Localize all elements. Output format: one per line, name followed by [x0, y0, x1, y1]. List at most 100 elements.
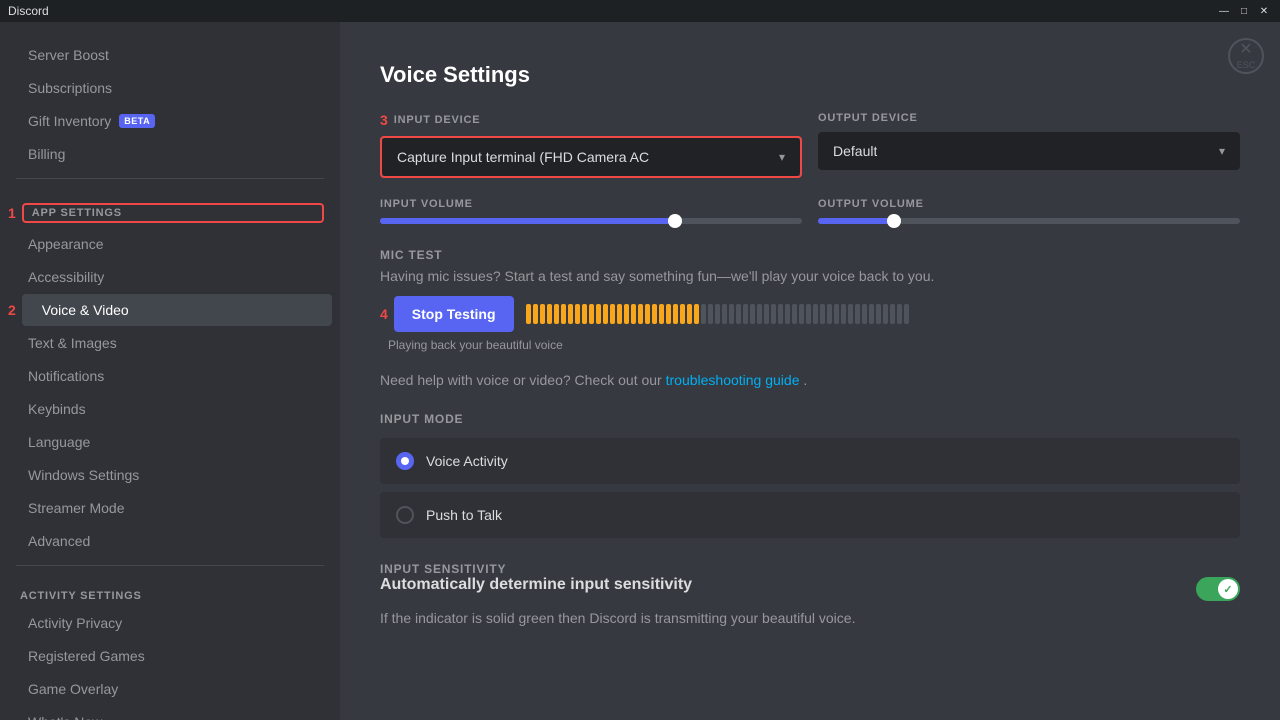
sidebar-item-registered-games[interactable]: Registered Games [8, 640, 332, 672]
audio-bar [785, 304, 790, 324]
sidebar: Server Boost Subscriptions Gift Inventor… [0, 22, 340, 720]
audio-bar [589, 304, 594, 324]
mic-test-label: MIC TEST [380, 248, 1240, 262]
audio-bar [904, 304, 909, 324]
sidebar-divider-2 [16, 565, 324, 566]
sidebar-item-server-boost[interactable]: Server Boost [8, 39, 332, 71]
audio-bar [687, 304, 692, 324]
stop-testing-button[interactable]: Stop Testing [394, 296, 514, 332]
troubleshoot-link[interactable]: troubleshooting guide [666, 372, 800, 388]
sidebar-item-appearance[interactable]: Appearance [8, 228, 332, 260]
audio-bar [897, 304, 902, 324]
audio-bar [596, 304, 601, 324]
mic-test-row: 4 Stop Testing [380, 296, 1240, 332]
sidebar-item-streamer-mode[interactable]: Streamer Mode [8, 492, 332, 524]
sidebar-item-game-overlay[interactable]: Game Overlay [8, 673, 332, 705]
audio-bar [813, 304, 818, 324]
audio-bar [799, 304, 804, 324]
troubleshoot-row: Need help with voice or video? Check out… [380, 372, 1240, 388]
playing-back-text: Playing back your beautiful voice [388, 338, 563, 352]
minimize-button[interactable]: — [1216, 3, 1232, 19]
close-button[interactable]: ✕ [1256, 3, 1272, 19]
input-volume-label: INPUT VOLUME [380, 198, 802, 210]
audio-bar [722, 304, 727, 324]
audio-bar [820, 304, 825, 324]
sidebar-item-activity-privacy[interactable]: Activity Privacy [8, 607, 332, 639]
audio-bar [757, 304, 762, 324]
toggle-check-icon: ✓ [1223, 583, 1232, 596]
audio-bar [673, 304, 678, 324]
audio-bar [645, 304, 650, 324]
sensitivity-title: INPUT SENSITIVITY [380, 562, 1240, 576]
audio-bar [862, 304, 867, 324]
sidebar-divider-1 [16, 178, 324, 179]
sidebar-item-advanced[interactable]: Advanced [8, 525, 332, 557]
audio-bar [533, 304, 538, 324]
input-device-group: 3 INPUT DEVICE Capture Input terminal (F… [380, 112, 802, 178]
audio-bar [890, 304, 895, 324]
sidebar-item-billing[interactable]: Billing [8, 138, 332, 170]
voice-activity-option[interactable]: Voice Activity [380, 438, 1240, 484]
main-content: ✕ ESC Voice Settings 3 INPUT DEVICE Capt… [340, 22, 1280, 720]
audio-bar [701, 304, 706, 324]
input-device-label: INPUT DEVICE [394, 114, 481, 126]
input-device-chevron-icon: ▾ [779, 150, 785, 164]
audio-bar [883, 304, 888, 324]
activity-settings-label: ACTIVITY SETTINGS [0, 574, 340, 606]
audio-bar [806, 304, 811, 324]
sidebar-item-accessibility[interactable]: Accessibility [8, 261, 332, 293]
audio-bar [792, 304, 797, 324]
playing-back-row: Playing back your beautiful voice [384, 338, 1240, 352]
sensitivity-section: INPUT SENSITIVITY Automatically determin… [380, 562, 1240, 626]
push-to-talk-label: Push to Talk [426, 507, 502, 523]
sidebar-item-whats-new[interactable]: What's New [8, 706, 332, 720]
input-device-wrapper: Capture Input terminal (FHD Camera AC ▾ [380, 136, 802, 178]
output-volume-group: OUTPUT VOLUME [818, 198, 1240, 224]
audio-bar [603, 304, 608, 324]
input-volume-thumb[interactable] [668, 214, 682, 228]
auto-sensitivity-toggle[interactable]: ✓ [1196, 577, 1240, 601]
esc-button[interactable]: ✕ ESC [1228, 38, 1264, 74]
sidebar-item-language[interactable]: Language [8, 426, 332, 458]
audio-bar [540, 304, 545, 324]
push-to-talk-radio[interactable] [396, 506, 414, 524]
audio-bar [624, 304, 629, 324]
restore-button[interactable]: □ [1236, 3, 1252, 19]
sidebar-item-gift-inventory[interactable]: Gift Inventory BETA [8, 105, 332, 137]
sensitivity-desc: If the indicator is solid green then Dis… [380, 610, 1240, 626]
audio-bar [638, 304, 643, 324]
sidebar-item-windows-settings[interactable]: Windows Settings [8, 459, 332, 491]
output-device-select[interactable]: Default ▾ [818, 132, 1240, 170]
audio-bar [869, 304, 874, 324]
input-device-value: Capture Input terminal (FHD Camera AC [397, 149, 649, 165]
input-mode-label: INPUT MODE [380, 412, 1240, 426]
audio-bar [743, 304, 748, 324]
audio-bar [568, 304, 573, 324]
audio-bar [736, 304, 741, 324]
output-device-chevron-icon: ▾ [1219, 144, 1225, 158]
mic-test-desc: Having mic issues? Start a test and say … [380, 268, 1240, 284]
output-volume-slider[interactable] [818, 218, 1240, 224]
voice-activity-radio[interactable] [396, 452, 414, 470]
input-mode-section: INPUT MODE Voice Activity Push to Talk [380, 412, 1240, 538]
app-body: Server Boost Subscriptions Gift Inventor… [0, 22, 1280, 720]
sidebar-item-text-images[interactable]: Text & Images [8, 327, 332, 359]
output-volume-thumb[interactable] [887, 214, 901, 228]
push-to-talk-option[interactable]: Push to Talk [380, 492, 1240, 538]
annotation-1: 1 [8, 205, 16, 221]
output-volume-label: OUTPUT VOLUME [818, 198, 1240, 210]
sidebar-item-subscriptions[interactable]: Subscriptions [8, 72, 332, 104]
sidebar-item-voice-video[interactable]: Voice & Video [22, 294, 332, 326]
audio-bar [855, 304, 860, 324]
voice-activity-label: Voice Activity [426, 453, 508, 469]
audio-bar [617, 304, 622, 324]
annotation-4: 4 [380, 306, 388, 322]
audio-bar [827, 304, 832, 324]
sidebar-item-keybinds[interactable]: Keybinds [8, 393, 332, 425]
sidebar-item-notifications[interactable]: Notifications [8, 360, 332, 392]
input-volume-slider[interactable] [380, 218, 802, 224]
page-title: Voice Settings [380, 62, 1240, 88]
audio-bar [575, 304, 580, 324]
audio-bar [547, 304, 552, 324]
input-device-select[interactable]: Capture Input terminal (FHD Camera AC ▾ [382, 138, 800, 176]
